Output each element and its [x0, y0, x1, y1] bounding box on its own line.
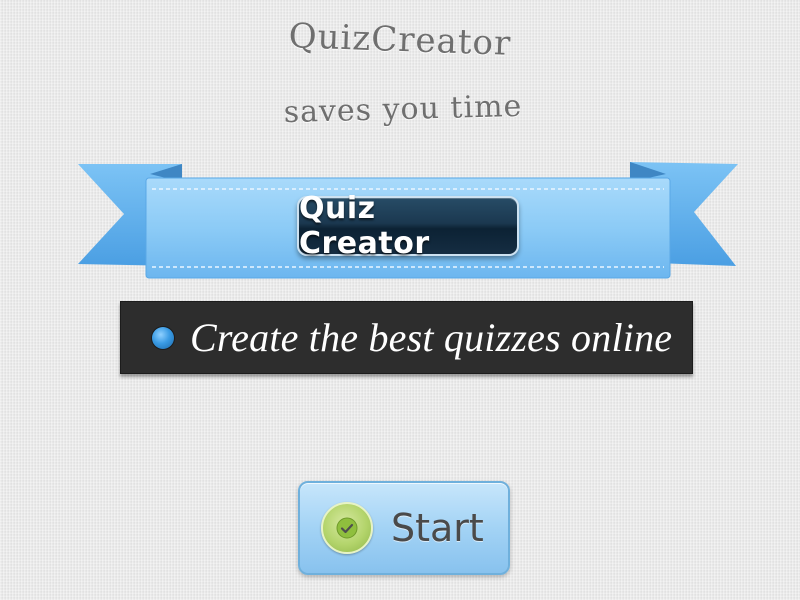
- quiz-creator-badge: Quiz Creator: [297, 191, 519, 261]
- banner-text: Create the best quizzes online: [190, 315, 673, 360]
- check-circle-icon: [321, 502, 373, 554]
- checkmark-icon: [336, 517, 358, 539]
- blue-dot-icon: [152, 326, 174, 349]
- start-button-label: Start: [391, 506, 484, 550]
- feature-banner: Create the best quizzes online: [120, 301, 693, 374]
- start-button[interactable]: Start: [298, 481, 510, 575]
- app-title: QuizCreator: [288, 16, 512, 64]
- tagline: saves you time: [283, 88, 523, 131]
